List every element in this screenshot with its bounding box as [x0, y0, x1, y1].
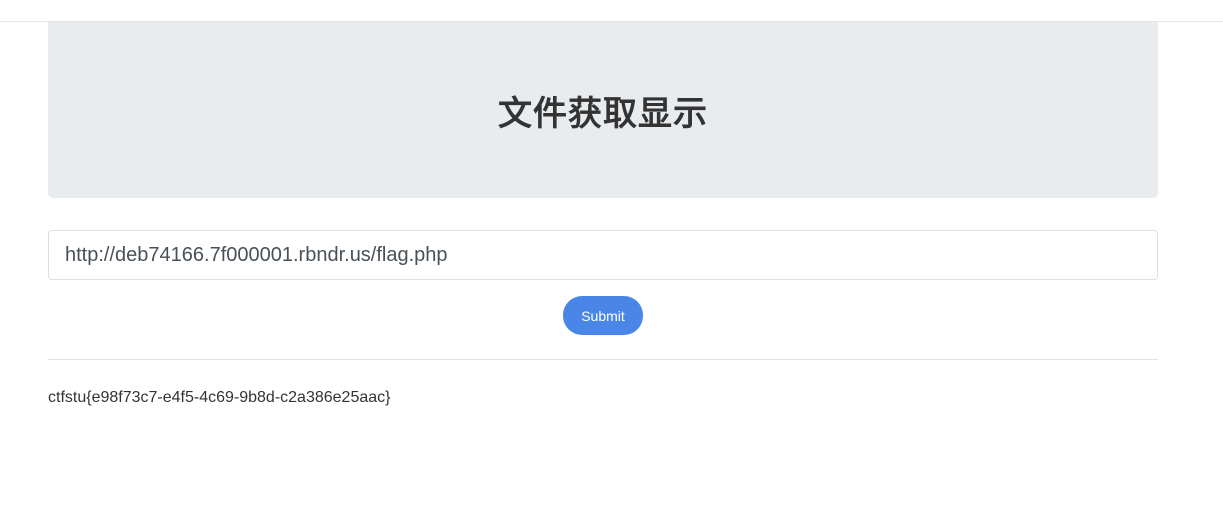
submit-button[interactable]: Submit	[563, 296, 643, 335]
header-banner: 文件获取显示	[48, 22, 1158, 198]
page-title: 文件获取显示	[498, 93, 708, 134]
result-output: ctfstu{e98f73c7-e4f5-4c69-9b8d-c2a386e25…	[48, 389, 391, 406]
top-bar	[0, 0, 1223, 22]
divider	[48, 359, 1158, 360]
main-container: 文件获取显示 Submit ctfstu{e98f73c7-e4f5-4c69-…	[48, 22, 1158, 406]
url-input[interactable]	[48, 230, 1158, 280]
